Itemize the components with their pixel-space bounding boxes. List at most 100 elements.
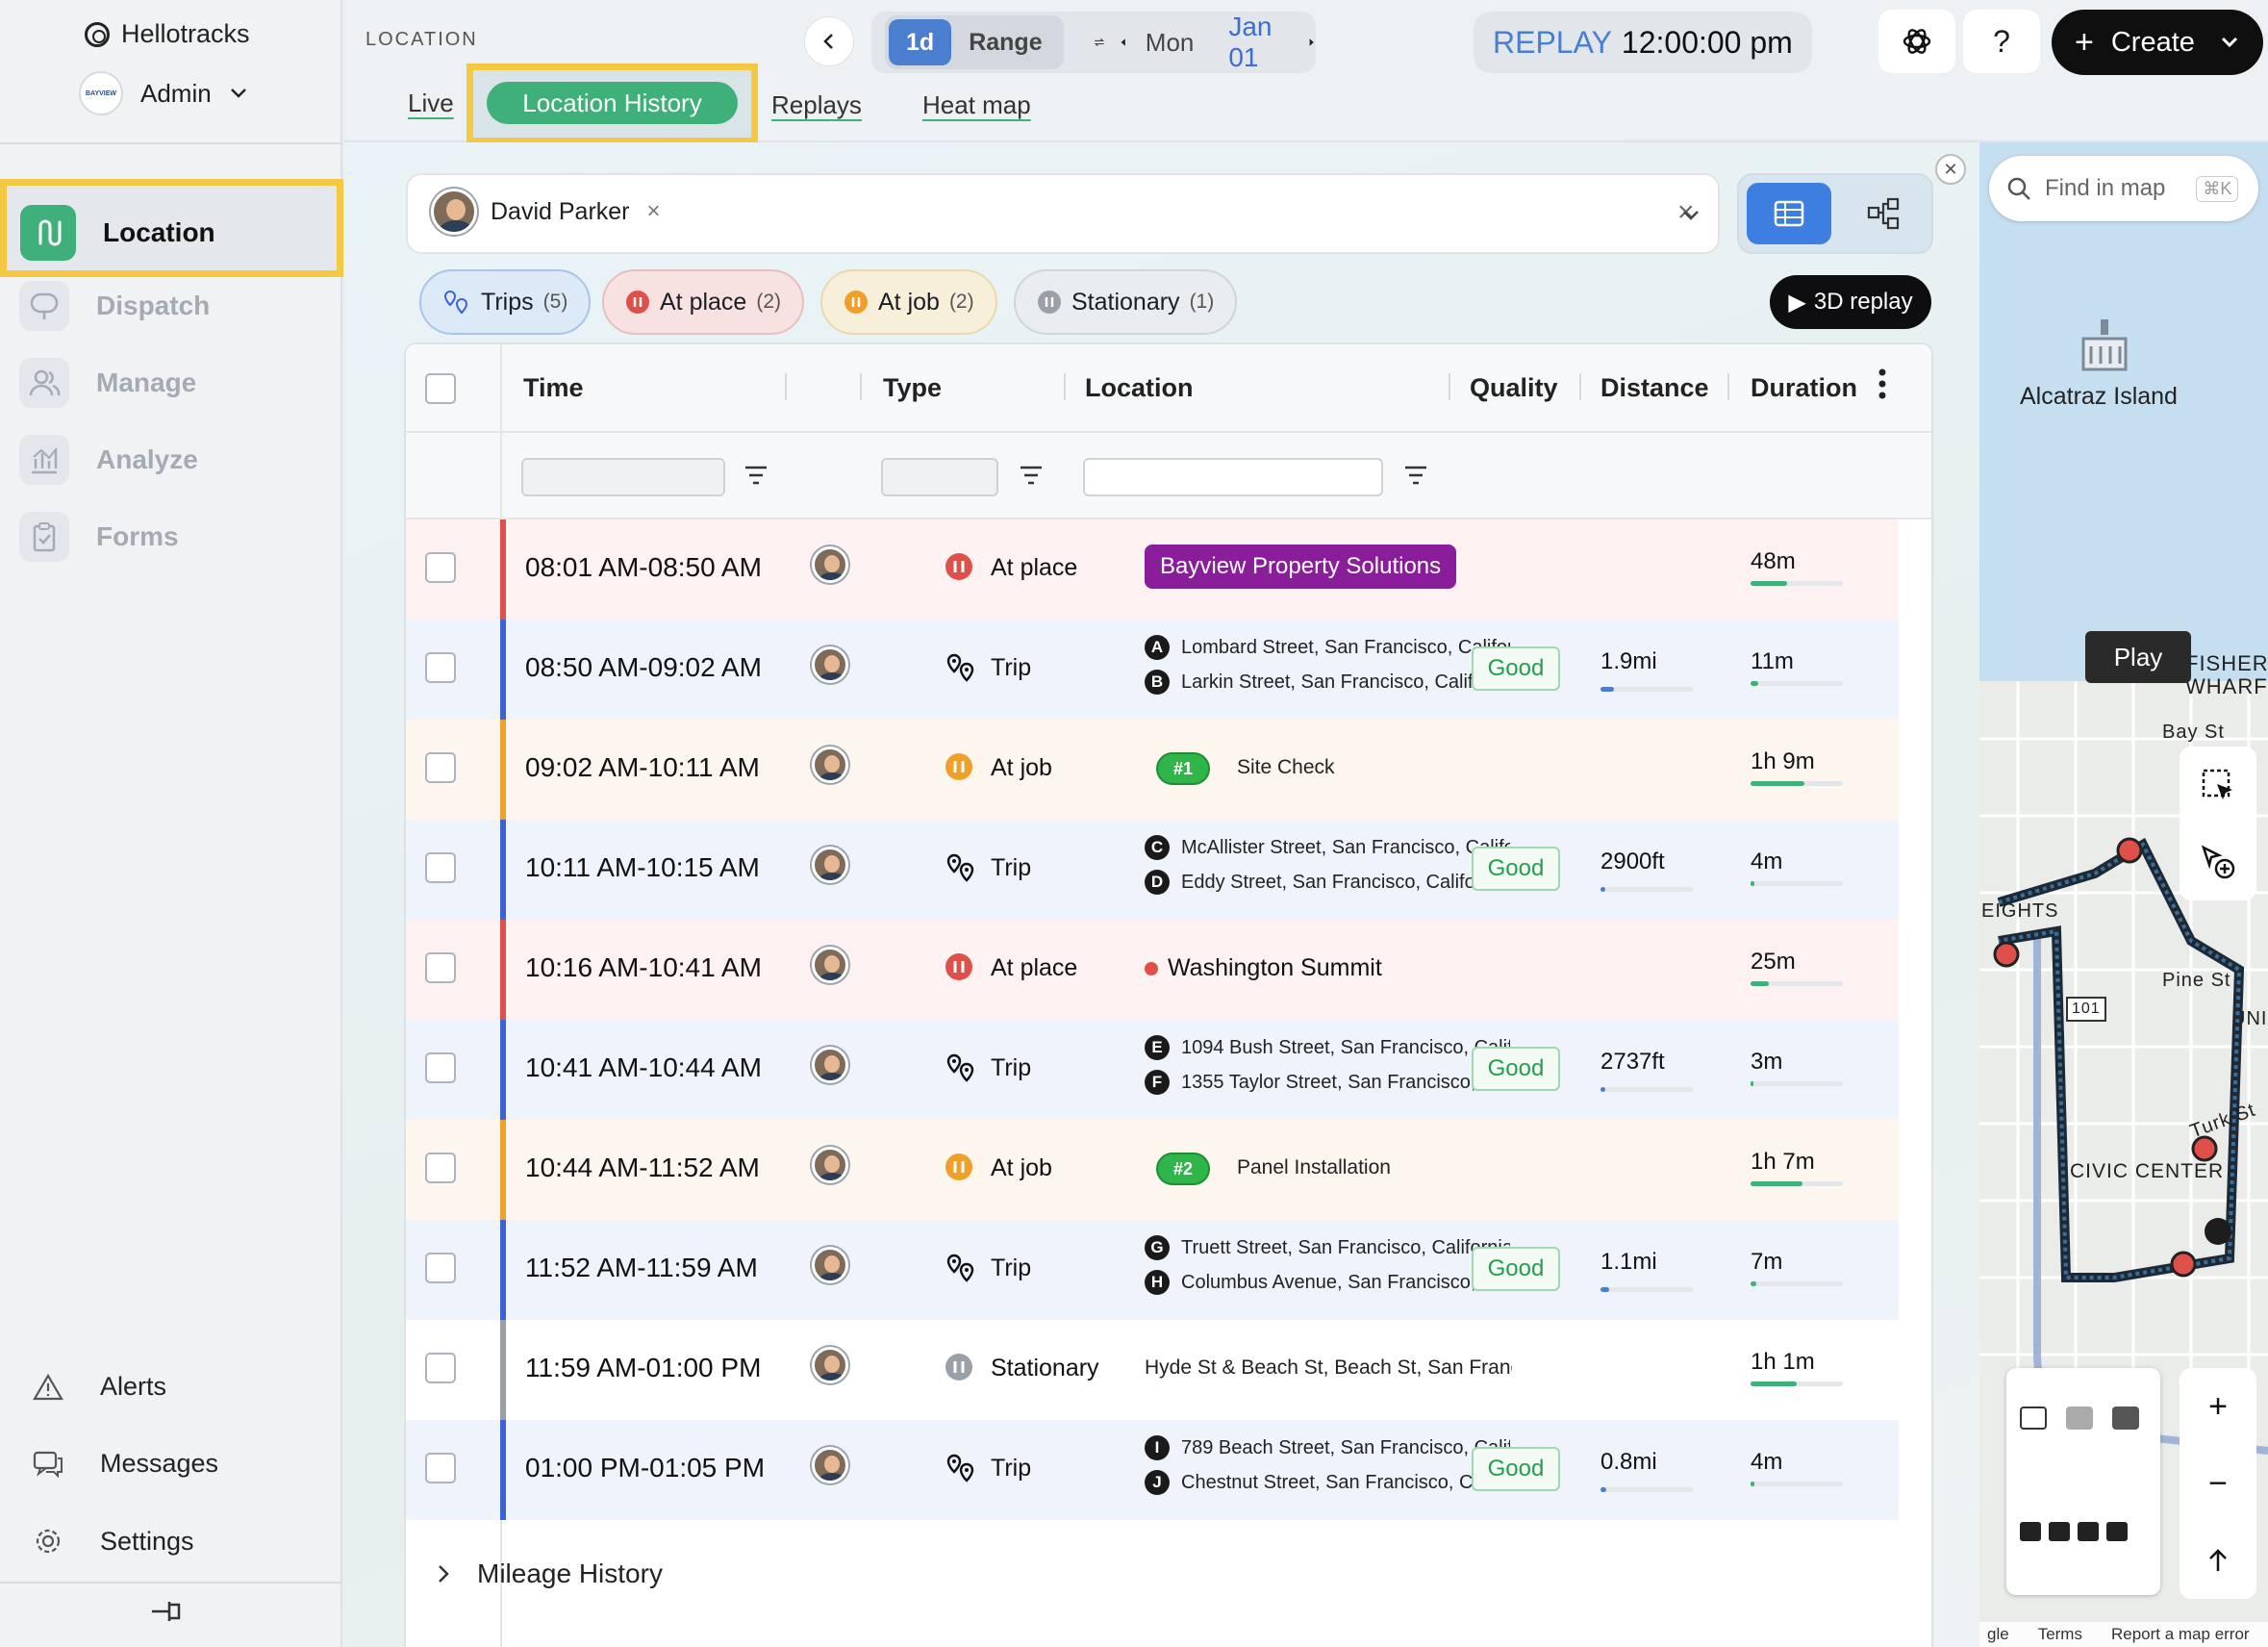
filter-icon[interactable] bbox=[1402, 462, 1429, 489]
gear-icon bbox=[36, 1529, 61, 1554]
table-row[interactable]: 01:00 PM-01:05 PM Trip I 789 Beach Street… bbox=[406, 1420, 1899, 1520]
sidebar-item-location[interactable]: Location bbox=[0, 179, 343, 277]
job-number-badge[interactable]: #2 bbox=[1156, 1153, 1210, 1185]
sidebar-item-messages[interactable]: Messages bbox=[33, 1449, 218, 1479]
tab-live[interactable]: Live bbox=[408, 89, 454, 118]
prev-day-icon[interactable] bbox=[1119, 33, 1127, 52]
job-name[interactable]: Panel Installation bbox=[1237, 1156, 1391, 1179]
map-play-button[interactable]: Play bbox=[2085, 631, 2191, 683]
filter-trips[interactable]: Trips (5) bbox=[419, 269, 592, 335]
table-row[interactable]: 11:52 AM-11:59 AM Trip G Truett Street, S… bbox=[406, 1220, 1899, 1320]
more-vertical-icon[interactable] bbox=[1877, 367, 1887, 400]
job-number-badge[interactable]: #1 bbox=[1156, 752, 1210, 785]
quality-badge: Good bbox=[1472, 1047, 1560, 1091]
next-day-icon[interactable] bbox=[1307, 33, 1316, 52]
sidebar-item-forms[interactable]: Forms bbox=[19, 512, 179, 562]
filter-icon[interactable] bbox=[1018, 462, 1045, 489]
3d-replay-button[interactable]: ▶ 3D replay bbox=[1770, 275, 1931, 329]
map-label-alcatraz: Alcatraz Island bbox=[2020, 383, 2178, 410]
table-row[interactable]: 10:16 AM-10:41 AM At place Washington Su… bbox=[406, 920, 1899, 1020]
column-location[interactable]: Location bbox=[1085, 373, 1194, 403]
close-panel-button[interactable]: ✕ bbox=[1935, 154, 1966, 185]
tab-heat-map[interactable]: Heat map bbox=[922, 90, 1031, 120]
row-checkbox[interactable] bbox=[425, 952, 456, 983]
user-selector[interactable]: David Parker × × bbox=[406, 173, 1720, 254]
table-icon bbox=[1774, 200, 1804, 227]
row-checkbox[interactable] bbox=[425, 852, 456, 883]
column-time[interactable]: Time bbox=[523, 373, 584, 403]
table-row[interactable]: 08:01 AM-08:50 AM At place Bayview Prope… bbox=[406, 519, 1899, 620]
place-badge[interactable]: Bayview Property Solutions bbox=[1145, 545, 1457, 589]
row-checkbox[interactable] bbox=[425, 1353, 456, 1383]
timeline-view-icon[interactable] bbox=[1866, 196, 1901, 231]
sidebar-item-alerts[interactable]: Alerts bbox=[33, 1372, 166, 1402]
row-checkbox[interactable] bbox=[425, 1453, 456, 1483]
tab-location-history[interactable]: Location History bbox=[487, 82, 738, 124]
column-type[interactable]: Type bbox=[883, 373, 942, 403]
column-quality[interactable]: Quality bbox=[1470, 373, 1558, 403]
zoom-in-button[interactable]: + bbox=[2180, 1368, 2256, 1445]
job-name[interactable]: Site Check bbox=[1237, 756, 1335, 779]
layer-toggles bbox=[2020, 1522, 2145, 1541]
row-checkbox[interactable] bbox=[425, 652, 456, 683]
account-switcher[interactable]: BAYVIEW Admin bbox=[79, 71, 248, 115]
row-checkbox[interactable] bbox=[425, 1153, 456, 1183]
zoom-out-button[interactable]: − bbox=[2180, 1445, 2256, 1522]
select-all-checkbox[interactable] bbox=[425, 373, 456, 404]
table-row[interactable]: 10:44 AM-11:52 AM At job #2 Panel Install… bbox=[406, 1120, 1899, 1220]
column-duration[interactable]: Duration bbox=[1751, 373, 1857, 403]
range-1d-button[interactable]: 1d bbox=[889, 19, 952, 65]
sidebar-item-analyze[interactable]: Analyze bbox=[19, 435, 198, 485]
duration-bar bbox=[1751, 1281, 1843, 1286]
create-button[interactable]: + Create bbox=[2052, 10, 2263, 75]
type-filter-input[interactable] bbox=[881, 458, 998, 496]
map-report-link[interactable]: Report a map error bbox=[2111, 1625, 2250, 1644]
pin-sidebar-icon[interactable] bbox=[148, 1597, 183, 1626]
date-picker[interactable]: Jan 01 bbox=[1228, 12, 1272, 73]
map-layers-preview[interactable] bbox=[2006, 1368, 2160, 1595]
map-type-thumbnail bbox=[2020, 1406, 2047, 1430]
ai-assistant-button[interactable] bbox=[1878, 10, 1955, 73]
place-name[interactable]: Washington Summit bbox=[1168, 954, 1382, 982]
trip-from-address: McAllister Street, San Francisco, Califo… bbox=[1181, 836, 1510, 858]
row-checkbox[interactable] bbox=[425, 1253, 456, 1283]
table-row[interactable]: 09:02 AM-10:11 AM At job #1 Site Check 1h… bbox=[406, 720, 1899, 820]
chevron-down-icon[interactable] bbox=[1681, 209, 1701, 222]
row-checkbox[interactable] bbox=[425, 552, 456, 583]
table-view-button[interactable] bbox=[1747, 183, 1831, 244]
reset-north-button[interactable] bbox=[2180, 1522, 2256, 1599]
range-range-button[interactable]: Range bbox=[951, 19, 1059, 65]
mileage-history-toggle[interactable]: Mileage History bbox=[437, 1558, 663, 1589]
column-distance[interactable]: Distance bbox=[1600, 373, 1709, 403]
table-row[interactable]: 08:50 AM-09:02 AM Trip A Lombard Street, … bbox=[406, 620, 1899, 720]
type-icon bbox=[945, 652, 977, 685]
sidebar-item-settings[interactable]: Settings bbox=[33, 1526, 194, 1557]
replay-time-control[interactable]: REPLAY 12:00:00 pm bbox=[1474, 12, 1812, 73]
map-terms-link[interactable]: Terms bbox=[2038, 1625, 2082, 1644]
sidebar-item-manage[interactable]: Manage bbox=[19, 358, 196, 408]
select-area-button[interactable] bbox=[2180, 747, 2256, 824]
filter-at-job[interactable]: At job (2) bbox=[820, 269, 997, 335]
add-point-button[interactable] bbox=[2180, 824, 2256, 900]
filter-icon[interactable] bbox=[743, 462, 769, 489]
tab-replays[interactable]: Replays bbox=[771, 90, 862, 120]
prev-panel-button[interactable] bbox=[804, 16, 854, 66]
filter-stationary[interactable]: Stationary (1) bbox=[1014, 269, 1238, 335]
time-filter-input[interactable] bbox=[521, 458, 725, 496]
help-button[interactable]: ? bbox=[1963, 10, 2040, 73]
table-row[interactable]: 10:41 AM-10:44 AM Trip E 1094 Bush Street… bbox=[406, 1020, 1899, 1120]
row-checkbox[interactable] bbox=[425, 752, 456, 783]
map-search[interactable]: Find in map ⌘K bbox=[1989, 156, 2258, 221]
reset-icon[interactable] bbox=[1093, 32, 1106, 53]
quality-badge: Good bbox=[1472, 1447, 1560, 1491]
pause-icon bbox=[945, 1354, 972, 1381]
table-row[interactable]: 10:11 AM-10:15 AM Trip C McAllister Stree… bbox=[406, 820, 1899, 920]
row-checkbox[interactable] bbox=[425, 1052, 456, 1083]
type-icon bbox=[945, 1253, 977, 1285]
table-row[interactable]: 11:59 AM-01:00 PM Stationary Hyde St & B… bbox=[406, 1320, 1899, 1420]
remove-user-icon[interactable]: × bbox=[647, 198, 661, 225]
sidebar-item-dispatch[interactable]: Dispatch bbox=[19, 281, 210, 331]
location-filter-input[interactable] bbox=[1083, 458, 1383, 496]
filter-at-place[interactable]: At place (2) bbox=[602, 269, 805, 335]
map[interactable]: Find in map ⌘K Alcatraz Island FISHERMAN… bbox=[1979, 142, 2268, 1647]
